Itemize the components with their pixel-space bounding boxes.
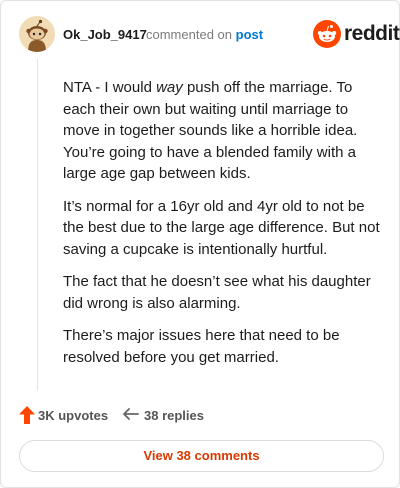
comment-paragraph: It’s normal for a 16yr old and 4yr old t… (63, 197, 380, 258)
comment-meta: commented on post (146, 27, 263, 42)
comment-paragraph: There’s major issues here that need to b… (63, 327, 340, 366)
snoo-avatar-icon (19, 16, 55, 52)
comment-header: Ok_Job_9417 commented on post reddit (19, 16, 400, 52)
comment-card: Ok_Job_9417 commented on post reddit NTA… (0, 0, 400, 488)
reply-count: 38 replies (144, 408, 204, 423)
post-link[interactable]: post (236, 27, 263, 42)
comment-paragraph: NTA - I would way push off the marriage.… (63, 79, 358, 182)
thread-line (37, 59, 38, 391)
view-comments-button[interactable]: View 38 comments (19, 440, 384, 472)
user-avatar[interactable] (19, 16, 55, 52)
upvote-count: 3K upvotes (38, 408, 109, 423)
comment-body: NTA - I would way push off the marriage.… (63, 77, 383, 379)
comment-paragraph: The fact that he doesn’t see what his da… (63, 273, 371, 312)
reply-arrow-icon (123, 408, 139, 420)
upvote-button[interactable]: 3K upvotes (19, 405, 109, 425)
upvote-arrow-icon (19, 406, 35, 424)
commented-on-text: commented on (146, 27, 232, 42)
reddit-wordmark: reddit (344, 22, 400, 45)
reddit-logo-icon (313, 20, 341, 48)
comment-username[interactable]: Ok_Job_9417 (63, 27, 147, 42)
replies-button[interactable]: 38 replies (123, 405, 213, 425)
